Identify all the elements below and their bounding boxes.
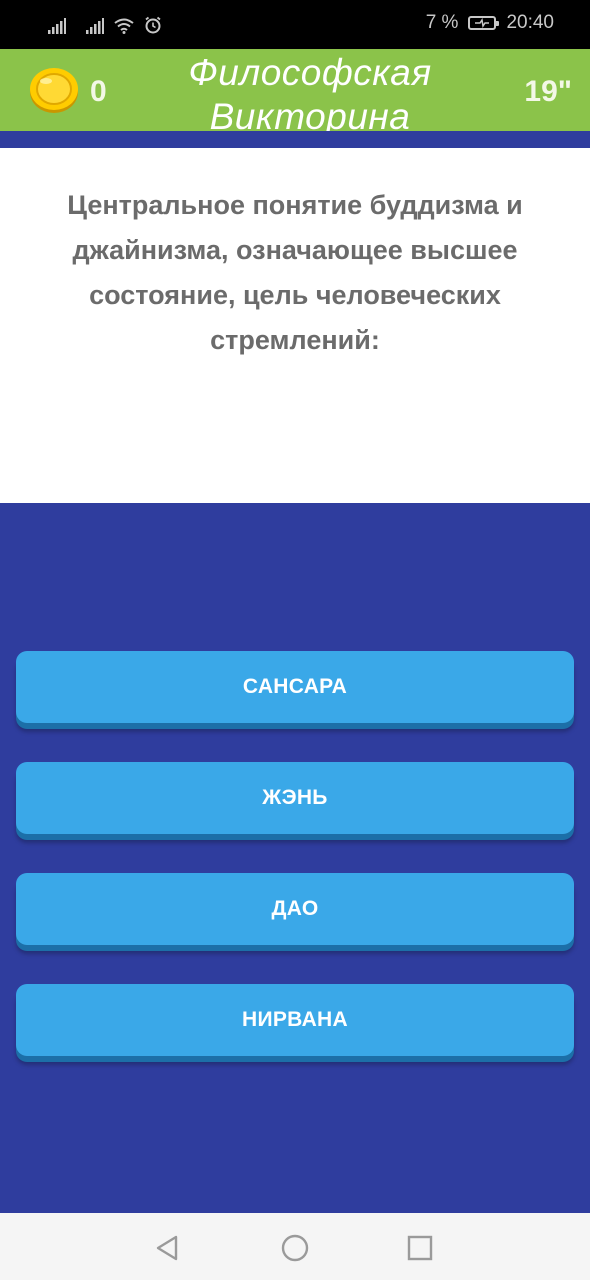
countdown-timer: 19" (524, 75, 572, 108)
navigation-bar (0, 1213, 590, 1280)
coin-count: 0 (90, 75, 107, 108)
question-panel: Центральное понятие буддизма и джайнизма… (0, 148, 590, 503)
alarm-icon (145, 16, 161, 34)
recents-icon[interactable] (405, 1233, 435, 1263)
question-text: Центральное понятие буддизма и джайнизма… (67, 190, 523, 355)
home-icon[interactable] (280, 1233, 310, 1263)
clock: 20:40 (506, 12, 554, 33)
answer-button[interactable]: НИРВАНА (16, 984, 574, 1056)
answer-button[interactable]: ДАО (16, 873, 574, 945)
wifi-icon (114, 18, 134, 34)
signal-icon (86, 18, 104, 34)
answer-button[interactable]: САНСАРА (16, 651, 574, 723)
quiz-header: 0 Философская Викторина 19" (0, 49, 590, 131)
coin-icon (30, 68, 78, 113)
status-info: 7 % 20:40 (426, 12, 554, 34)
status-bar: 7 % 20:40 (0, 0, 590, 49)
status-icons (48, 14, 162, 34)
battery-percent: 7 % (425, 12, 459, 33)
signal-icon (48, 18, 66, 34)
answer-list: САНСАРА ЖЭНЬ ДАО НИРВАНА (16, 651, 574, 1095)
page-title: Философская Викторина (188, 52, 432, 131)
answer-button[interactable]: ЖЭНЬ (16, 762, 574, 834)
back-icon[interactable] (152, 1233, 182, 1263)
battery-charging-icon (468, 16, 500, 30)
header-divider (0, 131, 590, 148)
